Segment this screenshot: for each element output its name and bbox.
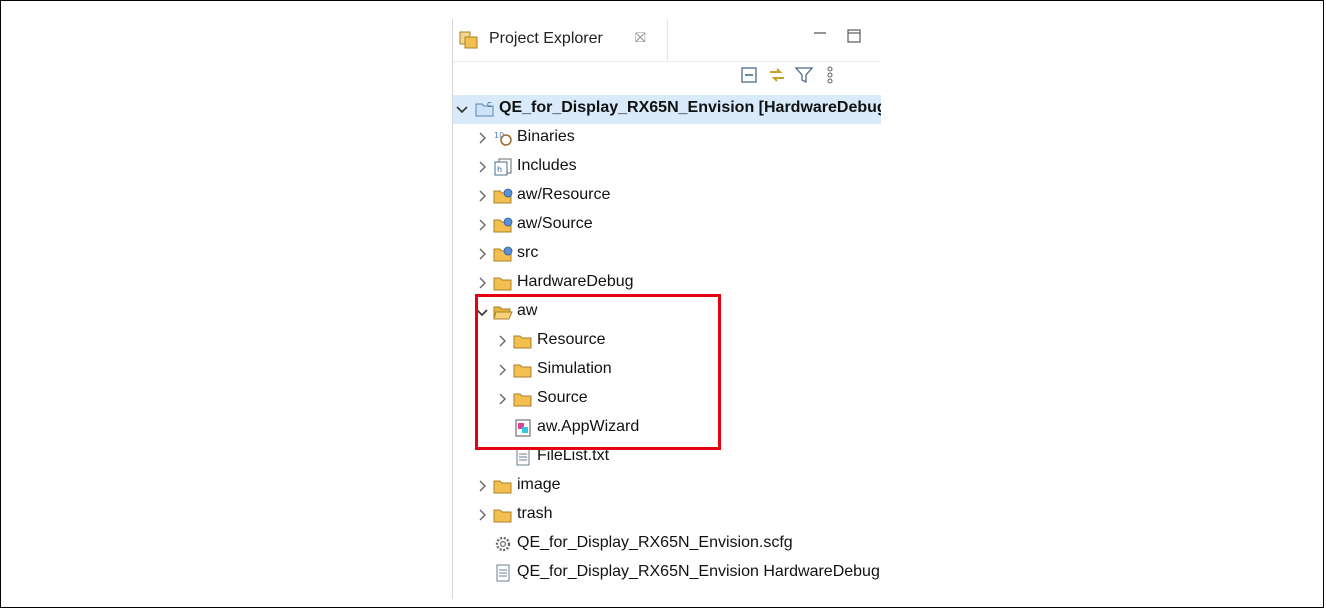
tree-item-scfg[interactable]: QE_for_Display_RX65N_Envision.scfg: [453, 530, 881, 559]
tree-item-image[interactable]: image: [453, 472, 881, 501]
gear-file-icon: [495, 536, 511, 552]
tree-item-includes[interactable]: h Includes: [453, 153, 881, 182]
tree-item-label: aw/Source: [517, 215, 593, 232]
svg-text:C: C: [487, 101, 492, 109]
tree-item-aw-source[interactable]: aw/Source: [453, 211, 881, 240]
chevron-right-icon[interactable]: [475, 508, 489, 522]
chevron-right-icon[interactable]: [475, 218, 489, 232]
folder-icon: [493, 277, 512, 291]
chevron-right-icon[interactable]: [475, 479, 489, 493]
view-toolbar: [453, 64, 881, 90]
tab-project-explorer[interactable]: Project Explorer ⛝: [453, 19, 668, 61]
tree-item-binaries[interactable]: 10 Binaries: [453, 124, 881, 153]
collapse-all-icon[interactable]: [738, 64, 760, 86]
tree-item-label: Binaries: [517, 128, 575, 145]
tree-item-label: image: [517, 476, 561, 493]
tree-item-label: QE_for_Display_RX65N_Envision.scfg: [517, 534, 793, 551]
tree-item-src[interactable]: src: [453, 240, 881, 269]
chevron-right-icon[interactable]: [475, 131, 489, 145]
minimize-icon[interactable]: [811, 27, 829, 45]
tree-item-label: aw/Resource: [517, 186, 611, 203]
tree-item-aw-resource[interactable]: aw/Resource: [453, 182, 881, 211]
binaries-icon: 10: [494, 131, 512, 146]
tree-root-row[interactable]: C QE_for_Display_RX65N_Envision [Hardwar…: [453, 95, 881, 124]
svg-text:h: h: [497, 165, 502, 174]
text-file-icon: [516, 448, 530, 466]
tree-item-label: trash: [517, 505, 553, 522]
text-file-icon: [496, 564, 510, 582]
maximize-icon[interactable]: [845, 27, 863, 45]
source-folder-icon: [493, 246, 513, 262]
filter-icon[interactable]: [793, 64, 815, 86]
chevron-right-icon[interactable]: [475, 189, 489, 203]
chevron-down-icon[interactable]: [455, 102, 469, 116]
folder-icon: [493, 480, 512, 494]
c-project-folder-icon: C: [475, 101, 494, 117]
tree-item-label: src: [517, 244, 539, 261]
tree-item-launch[interactable]: QE_for_Display_RX65N_Envision HardwareDe…: [453, 559, 881, 588]
view-menu-icon[interactable]: [819, 64, 841, 86]
includes-icon: h: [494, 158, 512, 176]
folder-icon: [493, 509, 512, 523]
tree-item-label: QE_for_Display_RX65N_Envision HardwareDe…: [517, 563, 881, 580]
tree-item-label: Includes: [517, 157, 577, 174]
project-explorer-icon: [459, 31, 478, 49]
link-with-editor-icon[interactable]: [766, 64, 788, 86]
tab-title: Project Explorer: [489, 30, 603, 47]
chevron-right-icon[interactable]: [475, 160, 489, 174]
tree-item-label: HardwareDebug: [517, 273, 634, 290]
source-folder-icon: [493, 188, 513, 204]
view-tab-bar: Project Explorer ⛝: [453, 19, 881, 62]
close-icon[interactable]: ⛝: [635, 29, 646, 46]
tree-item-trash[interactable]: trash: [453, 501, 881, 530]
project-name-label: QE_for_Display_RX65N_Envision [HardwareD…: [499, 99, 881, 116]
chevron-right-icon[interactable]: [475, 276, 489, 290]
highlight-box: [475, 294, 721, 450]
source-folder-icon: [493, 217, 513, 233]
chevron-right-icon[interactable]: [475, 247, 489, 261]
